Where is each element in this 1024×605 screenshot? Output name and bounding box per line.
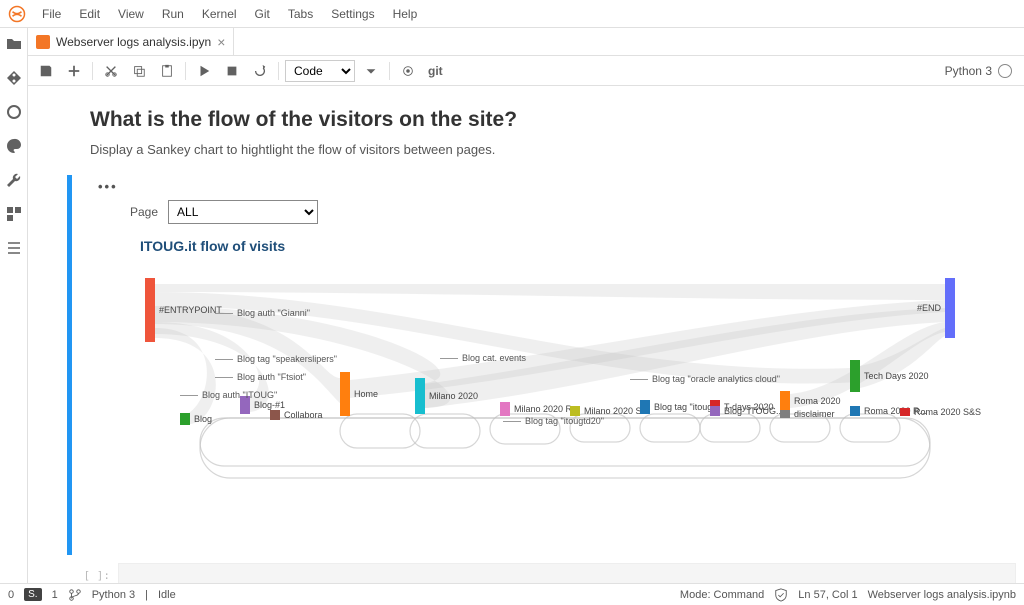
sankey-node-label: Blog [194, 414, 212, 424]
shield-icon [774, 588, 788, 602]
sankey-node-milano2020s[interactable]: Milano 2020 S... [570, 406, 580, 416]
sankey-node-milano2020[interactable]: Milano 2020 [415, 378, 425, 414]
status-state: Idle [158, 589, 176, 601]
sankey-node-label: Milano 2020 [429, 391, 478, 401]
widget-select-page[interactable]: ALL [168, 200, 318, 224]
kernel-status-icon [998, 64, 1012, 78]
tab-close-icon[interactable]: × [217, 34, 225, 50]
kernel-name[interactable]: Python 3 [945, 64, 992, 78]
sankey-node-label: #ENTRYPOINT [159, 305, 222, 315]
status-left-1: 1 [52, 589, 58, 601]
markdown-text: Display a Sankey chart to hightlight the… [90, 142, 1004, 157]
sankey-node-end[interactable]: #END [945, 278, 955, 338]
menu-bar: File Edit View Run Kernel Git Tabs Setti… [0, 0, 1024, 28]
notebook-icon [36, 35, 50, 49]
sankey-node-blogtagitoug[interactable]: Blog tag "itoug" [640, 400, 650, 414]
folder-icon[interactable] [6, 36, 22, 52]
extensions-icon[interactable] [6, 206, 22, 222]
sankey-link-label: Blog auth "Gianni" [215, 308, 310, 318]
notebook-toolbar: Code git Python 3 [28, 56, 1024, 86]
running-icon[interactable] [6, 104, 22, 120]
collapsed-input-indicator[interactable]: ••• [90, 179, 1004, 194]
toc-icon[interactable] [6, 240, 22, 256]
menu-view[interactable]: View [110, 3, 152, 25]
chevron-down-icon[interactable] [359, 59, 383, 83]
status-file: Webserver logs analysis.ipynb [868, 589, 1016, 601]
cell-prompt: [ ]: [78, 563, 118, 583]
menu-git[interactable]: Git [247, 3, 278, 25]
sankey-link-label: Blog tag "itougtd20" [503, 416, 604, 426]
sankey-link-label: Blog tag "oracle analytics cloud" [630, 374, 780, 384]
copy-icon[interactable] [127, 59, 151, 83]
jupyter-icon [8, 5, 26, 23]
tab-notebook[interactable]: Webserver logs analysis.ipyn × [28, 28, 234, 55]
save-icon[interactable] [34, 59, 58, 83]
sankey-node-label: Blog "ITOUG..." [724, 406, 787, 416]
sankey-node-label: Tech Days 2020 [864, 371, 929, 381]
empty-code-cell[interactable]: [ ]: [78, 563, 1016, 583]
status-bar: 0 S. 1 Python 3 | Idle Mode: Command Ln … [0, 583, 1024, 605]
cut-icon[interactable] [99, 59, 123, 83]
wrench-icon[interactable] [6, 172, 22, 188]
sankey-node-collabora[interactable]: Collabora [270, 410, 280, 420]
menu-edit[interactable]: Edit [71, 3, 108, 25]
sankey-node-blogitoug[interactable]: Blog "ITOUG..." [710, 406, 720, 416]
git-tool-label[interactable]: git [424, 59, 447, 83]
sankey-node-label: Collabora [284, 410, 323, 420]
sankey-node-milano2020r[interactable]: Milano 2020 R... [500, 402, 510, 416]
restart-icon[interactable] [248, 59, 272, 83]
sankey-link-label: Blog auth "Ftsiot" [215, 372, 306, 382]
cell-type-select[interactable]: Code [285, 60, 355, 82]
notebook-area[interactable]: What is the flow of the visitors on the … [28, 86, 1024, 583]
code-input[interactable] [118, 563, 1016, 583]
sankey-node-roma2020ss[interactable]: Roma 2020 S&S [900, 408, 910, 416]
add-icon[interactable] [62, 59, 86, 83]
menu-tabs[interactable]: Tabs [280, 3, 321, 25]
sankey-node-label: Roma 2020 S&S [914, 407, 981, 417]
sankey-node-label: Blog tag "itoug" [654, 402, 715, 412]
menu-file[interactable]: File [34, 3, 69, 25]
run-icon[interactable] [192, 59, 216, 83]
sankey-node-label: Blog-#1 [254, 400, 285, 410]
sankey-node-blog[interactable]: Blog [180, 413, 190, 425]
sankey-node-roma2020[interactable]: Roma 2020 [780, 391, 790, 411]
sankey-chart[interactable]: #ENTRYPOINT Blog Blog-#1Collabora Home Milan… [140, 278, 960, 538]
sankey-node-techdays[interactable]: Tech Days 2020 [850, 360, 860, 392]
widget-label-page: Page [130, 205, 158, 219]
sankey-node-label: Roma 2020 [794, 396, 841, 406]
git-branch-icon[interactable] [68, 588, 82, 602]
menu-settings[interactable]: Settings [323, 3, 382, 25]
sankey-link-label: Blog auth "ITOUG" [180, 390, 277, 400]
status-badge: S. [24, 588, 41, 601]
tab-title: Webserver logs analysis.ipyn [56, 35, 211, 49]
sankey-node-roma2020r[interactable]: Roma 2020 R... [850, 406, 860, 416]
sankey-node-home[interactable]: Home [340, 372, 350, 416]
sankey-node-label: #END [917, 303, 941, 313]
sankey-node-disclaimer[interactable]: disclaimer [780, 410, 790, 418]
menu-run[interactable]: Run [154, 3, 192, 25]
palette-icon[interactable] [6, 138, 22, 154]
menu-help[interactable]: Help [385, 3, 426, 25]
status-cursor: Ln 57, Col 1 [798, 589, 857, 601]
sankey-node-label: disclaimer [794, 409, 835, 419]
git-icon[interactable] [6, 70, 22, 86]
activity-bar [0, 28, 28, 583]
tab-bar: Webserver logs analysis.ipyn × [28, 28, 1024, 56]
sankey-node-label: Home [354, 389, 378, 399]
stop-icon[interactable] [220, 59, 244, 83]
status-kernel[interactable]: Python 3 [92, 589, 135, 601]
status-left-0: 0 [8, 589, 14, 601]
sankey-link-label: Blog cat. events [440, 353, 526, 363]
target-icon[interactable] [396, 59, 420, 83]
sankey-link-label: Blog tag "speakerslipers" [215, 354, 337, 364]
sankey-node-entry[interactable]: #ENTRYPOINT [145, 278, 155, 342]
menu-kernel[interactable]: Kernel [194, 3, 245, 25]
markdown-heading: What is the flow of the visitors on the … [90, 108, 1004, 132]
chart-title: ITOUG.it flow of visits [140, 238, 992, 254]
paste-icon[interactable] [155, 59, 179, 83]
status-mode: Mode: Command [680, 589, 764, 601]
